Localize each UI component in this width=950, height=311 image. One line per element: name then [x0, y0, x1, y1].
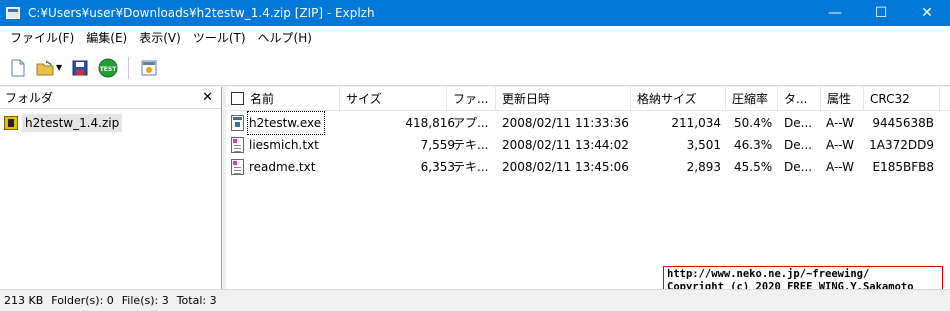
- save-button[interactable]: [68, 56, 92, 80]
- close-icon: ✕: [921, 5, 933, 21]
- new-archive-icon: [11, 59, 25, 76]
- col-header-crc[interactable]: CRC32: [864, 87, 940, 111]
- table-row[interactable]: readme.txt 6,353 テキ... 2008/02/11 13:45:…: [226, 156, 950, 178]
- status-files: File(s): 3: [121, 294, 169, 307]
- test-icon: TEST: [98, 58, 118, 77]
- open-button[interactable]: [34, 56, 58, 80]
- folder-pane: フォルダ ✕ h2testw_1.4.zip: [0, 87, 222, 289]
- file-attr: A--W: [826, 138, 854, 152]
- minimize-button[interactable]: —: [812, 0, 858, 26]
- folder-pane-header: フォルダ ✕: [0, 87, 221, 109]
- test-button[interactable]: TEST: [96, 56, 120, 80]
- toolbar-separator: [128, 56, 130, 79]
- list-header: 名前 サイズ ファ... 更新日時 格納サイズ 圧縮率 タ... 属性 CRC3…: [226, 87, 950, 111]
- status-folders: Folder(s): 0: [51, 294, 114, 307]
- file-crc: E185BFB8: [872, 160, 935, 174]
- text-file-icon: [231, 159, 244, 175]
- exe-file-icon: [231, 115, 244, 131]
- file-attr: A--W: [826, 160, 854, 174]
- toolbar: ▼ TEST: [0, 50, 950, 86]
- file-crc: 1A372DD9: [869, 138, 934, 152]
- file-method: De...: [784, 160, 813, 174]
- table-row[interactable]: h2testw.exe 418,816 アプ... 2008/02/11 11:…: [226, 111, 950, 135]
- col-header-attr[interactable]: 属性: [821, 87, 864, 111]
- folder-tree-label: h2testw_1.4.zip: [22, 114, 123, 132]
- file-type: アプ...: [453, 116, 489, 130]
- col-header-modified[interactable]: 更新日時: [496, 87, 631, 111]
- file-name: readme.txt: [249, 160, 316, 174]
- file-packed-size: 211,034: [671, 116, 721, 130]
- maximize-button[interactable]: ☐: [858, 0, 904, 26]
- folder-tree-item[interactable]: h2testw_1.4.zip: [4, 114, 123, 132]
- open-dropdown-icon[interactable]: ▼: [56, 63, 62, 72]
- new-archive-button[interactable]: [6, 56, 30, 80]
- file-ratio: 45.5%: [734, 160, 773, 174]
- col-header-method[interactable]: タ...: [778, 87, 821, 111]
- status-size: 213 KB: [4, 294, 44, 307]
- file-packed-size: 3,501: [686, 138, 721, 152]
- window-controls: — ☐ ✕: [812, 0, 950, 26]
- open-folder-icon: [36, 59, 54, 75]
- menu-help[interactable]: ヘルプ(H): [252, 26, 318, 50]
- extract-icon: [141, 60, 157, 75]
- folder-pane-title: フォルダ: [5, 91, 54, 105]
- save-icon: [72, 60, 88, 75]
- file-attr: A--W: [826, 116, 854, 130]
- col-header-packed[interactable]: 格納サイズ: [631, 87, 726, 111]
- col-header-name[interactable]: 名前: [226, 87, 340, 111]
- select-all-checkbox[interactable]: [231, 92, 244, 105]
- title-bar[interactable]: C:¥Users¥user¥Downloads¥h2testw_1.4.zip …: [0, 0, 950, 26]
- maximize-icon: ☐: [874, 5, 888, 21]
- file-list-pane: 名前 サイズ ファ... 更新日時 格納サイズ 圧縮率 タ... 属性 CRC3…: [226, 87, 950, 289]
- file-size: 418,816: [405, 116, 455, 130]
- text-file-icon: [231, 137, 244, 153]
- menu-bar: ファイル(F) 編集(E) 表示(V) ツール(T) ヘルプ(H): [0, 26, 950, 50]
- copyright-url: http://www.neko.ne.jp/~freewing/: [667, 268, 870, 280]
- file-ratio: 46.3%: [734, 138, 773, 152]
- file-modified: 2008/02/11 13:44:02: [502, 138, 629, 152]
- close-pane-icon[interactable]: ✕: [202, 90, 213, 105]
- file-name: h2testw.exe: [247, 111, 325, 135]
- file-crc: 9445638B: [872, 116, 934, 130]
- file-name: liesmich.txt: [249, 138, 319, 152]
- status-total: Total: 3: [176, 294, 217, 307]
- file-type: テキ...: [453, 138, 489, 152]
- zip-archive-icon: [4, 116, 18, 130]
- col-header-ratio[interactable]: 圧縮率: [726, 87, 778, 111]
- file-ratio: 50.4%: [734, 116, 773, 130]
- menu-view[interactable]: 表示(V): [133, 26, 187, 50]
- file-packed-size: 2,893: [686, 160, 721, 174]
- file-method: De...: [784, 138, 813, 152]
- file-modified: 2008/02/11 13:45:06: [502, 160, 629, 174]
- col-header-type[interactable]: ファ...: [447, 87, 496, 111]
- test-icon-text: TEST: [100, 66, 118, 73]
- file-modified: 2008/02/11 11:33:36: [502, 116, 629, 130]
- file-size: 7,559: [420, 138, 455, 152]
- extract-button[interactable]: [137, 56, 161, 80]
- file-type: テキ...: [453, 160, 489, 174]
- col-header-size[interactable]: サイズ: [340, 87, 447, 111]
- app-window-icon[interactable]: [6, 7, 20, 19]
- menu-file[interactable]: ファイル(F): [4, 26, 80, 50]
- col-header-name-label: 名前: [250, 92, 275, 106]
- status-bar: 213 KB Folder(s): 0 File(s): 3 Total: 3: [0, 289, 950, 311]
- file-method: De...: [784, 116, 813, 130]
- menu-edit[interactable]: 編集(E): [80, 26, 133, 50]
- close-button[interactable]: ✕: [904, 0, 950, 26]
- table-row[interactable]: liesmich.txt 7,559 テキ... 2008/02/11 13:4…: [226, 134, 950, 156]
- menu-tools[interactable]: ツール(T): [187, 26, 252, 50]
- minimize-icon: —: [828, 5, 842, 21]
- window-title: C:¥Users¥user¥Downloads¥h2testw_1.4.zip …: [28, 6, 375, 20]
- file-size: 6,353: [420, 160, 455, 174]
